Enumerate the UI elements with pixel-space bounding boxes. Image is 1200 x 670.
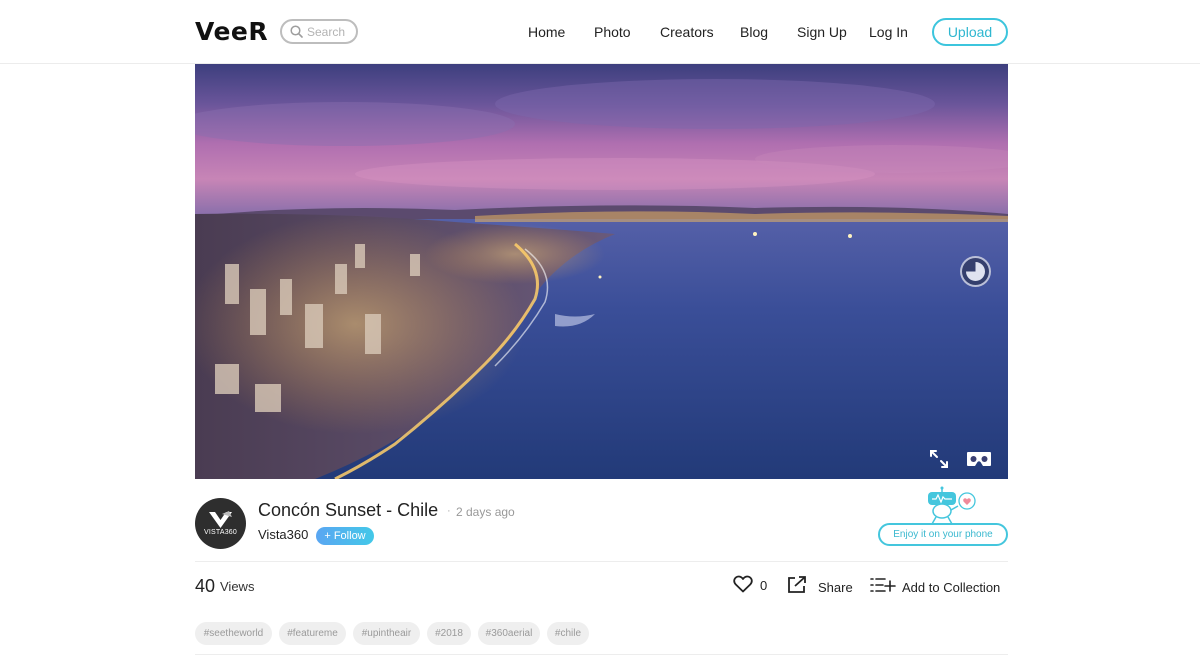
nav-photo[interactable]: Photo	[594, 24, 631, 40]
heart-icon[interactable]	[733, 575, 753, 593]
panorama-image	[195, 64, 1008, 479]
tag-360aerial[interactable]: #360aerial	[478, 622, 540, 645]
share-button[interactable]: Share	[818, 580, 853, 595]
nav-sign-up[interactable]: Sign Up	[797, 24, 847, 40]
panorama-viewer[interactable]	[195, 64, 1008, 479]
title-separator: ·	[447, 505, 451, 517]
share-icon[interactable]	[787, 576, 807, 594]
tag-2018[interactable]: #2018	[427, 622, 471, 645]
vr-mascot-icon	[928, 486, 976, 525]
like-count: 0	[760, 578, 768, 593]
nav-blog[interactable]: Blog	[740, 24, 768, 40]
avatar-brand-text: VISTA360	[204, 529, 237, 536]
upload-button[interactable]: Upload	[932, 18, 1008, 46]
author-avatar[interactable]: VISTA360	[195, 498, 246, 549]
search-icon	[290, 25, 303, 38]
enjoy-on-phone-button[interactable]: Enjoy it on your phone	[878, 523, 1008, 546]
tag-seetheworld[interactable]: #seetheworld	[195, 622, 272, 645]
compass-icon[interactable]	[960, 256, 991, 287]
divider-bottom	[195, 654, 1008, 655]
nav-home[interactable]: Home	[528, 24, 565, 40]
nav-creators[interactable]: Creators	[660, 24, 714, 40]
tag-featureme[interactable]: #featureme	[279, 622, 346, 645]
search-input[interactable]	[307, 24, 353, 39]
divider-top	[195, 561, 1008, 562]
fullscreen-icon[interactable]	[928, 448, 950, 470]
vr-headset-icon[interactable]	[966, 450, 992, 468]
author-name[interactable]: Vista360	[258, 527, 308, 542]
add-to-collection-icon[interactable]	[870, 577, 896, 595]
views-label: Views	[220, 579, 255, 594]
tag-upintheair[interactable]: #upintheair	[353, 622, 420, 645]
top-header: VeeR Home Photo Creators Blog Sign Up Lo…	[0, 0, 1200, 64]
photo-title: Concón Sunset - Chile	[258, 500, 439, 520]
follow-button[interactable]: + Follow	[316, 527, 374, 545]
nav-log-in[interactable]: Log In	[869, 24, 908, 40]
views-count: 40	[195, 576, 216, 596]
search-box[interactable]	[280, 19, 358, 44]
add-to-collection-button[interactable]: Add to Collection	[902, 580, 1000, 595]
posted-time: 2 days ago	[456, 505, 515, 519]
tag-chile[interactable]: #chile	[547, 622, 589, 645]
veer-logo[interactable]: VeeR	[195, 17, 268, 46]
